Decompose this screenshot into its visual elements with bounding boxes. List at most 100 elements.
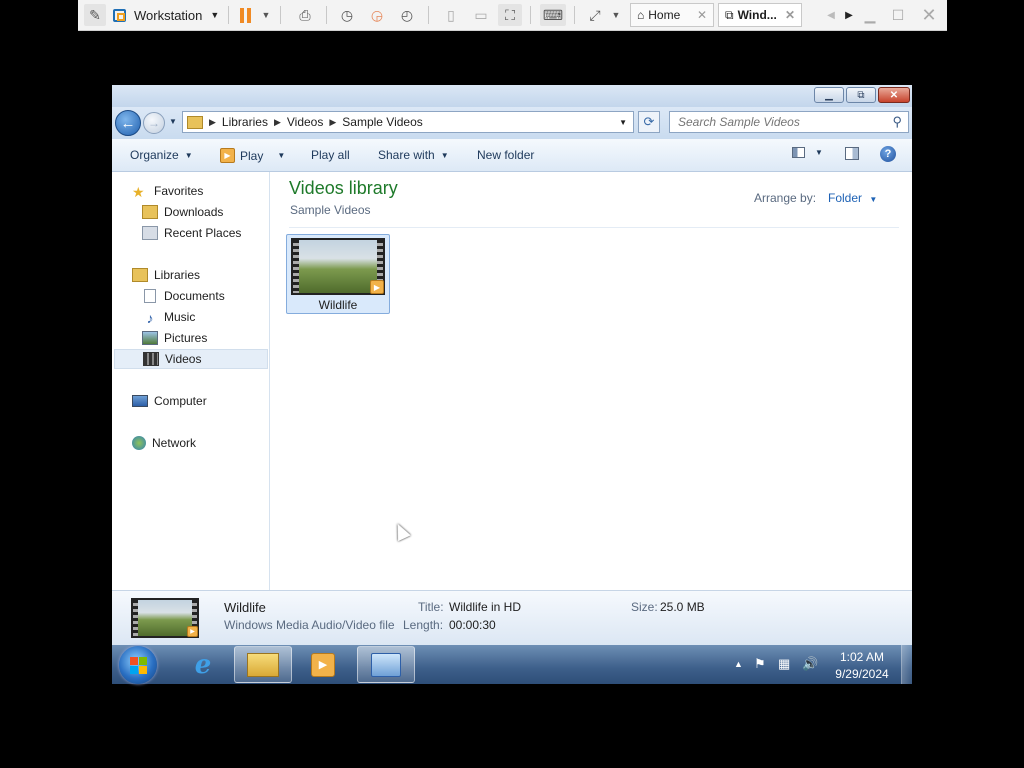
refresh-button[interactable]: ⟳ [638, 111, 660, 133]
downloads-folder-icon [142, 205, 158, 219]
snapshot-manager-icon[interactable]: ◴ [396, 4, 418, 26]
restore-icon[interactable]: ☐ [888, 4, 908, 26]
file-item[interactable]: ▶ Wildlife [286, 234, 390, 314]
details-pane: ▶ Wildlife Windows Media Audio/Video fil… [112, 590, 912, 645]
workstation-label: Workstation [134, 7, 203, 23]
close-icon[interactable]: ✕ [785, 8, 795, 22]
recent-places-icon [142, 226, 158, 240]
preview-pane-icon [845, 147, 859, 160]
close-button[interactable]: ✕ [878, 87, 910, 103]
search-box[interactable]: ⚲ [669, 111, 909, 133]
chevron-down-icon: ▼ [869, 195, 878, 204]
nav-downloads[interactable]: Downloads [142, 202, 223, 222]
library-view-icon[interactable]: ▯ [440, 4, 462, 26]
taskbar-windows-explorer[interactable] [234, 646, 292, 683]
snapshot-icon[interactable]: ◷ [336, 4, 358, 26]
stretch-icon[interactable]: ⤢ [584, 4, 606, 26]
breadcrumb-arrow-icon[interactable]: ▶ [274, 117, 281, 128]
breadcrumb-arrow-icon[interactable]: ▶ [209, 117, 216, 128]
details-size-value: 25.0 MB [660, 600, 705, 614]
workstation-menu[interactable]: Workstation ▼ [134, 4, 224, 26]
file-name: Wildlife [318, 298, 358, 312]
back-button[interactable]: ← [115, 110, 141, 136]
nav-videos[interactable]: Videos [114, 349, 268, 369]
show-hidden-icons-icon[interactable]: ▲ [734, 659, 743, 669]
tab-home-label: Home [648, 8, 681, 22]
tab-scroll-left-icon[interactable]: ◀ [824, 4, 838, 26]
details-title-value[interactable]: Wildlife in HD [449, 600, 521, 614]
breadcrumb-libraries[interactable]: Libraries [222, 115, 268, 129]
title-bar[interactable]: ▁ ⧉ ✕ [112, 85, 912, 107]
arrange-by-dropdown[interactable]: Folder ▼ [828, 191, 877, 205]
music-icon: ♪ [146, 310, 154, 326]
full-screen-icon[interactable]: ⛶ [498, 4, 522, 26]
close-icon[interactable]: ✕ [697, 8, 707, 22]
chevron-down-icon[interactable]: ▼ [815, 148, 823, 157]
breadcrumb-arrow-icon[interactable]: ▶ [329, 117, 336, 128]
search-icon[interactable]: ⚲ [892, 114, 902, 130]
tab-scroll-right-icon[interactable]: ▶ [842, 4, 856, 26]
help-icon: ? [880, 146, 896, 162]
thumbnail-bar-icon[interactable]: ▭ [470, 4, 492, 26]
play-all-button[interactable]: Play all [311, 148, 350, 162]
play-button[interactable]: ▶ Play ▼ [220, 148, 285, 163]
nav-network[interactable]: Network [132, 433, 196, 453]
refresh-icon: ⟳ [643, 114, 655, 129]
share-with-button[interactable]: Share with ▼ [378, 148, 449, 162]
nav-computer[interactable]: Computer [132, 391, 207, 411]
vm-icon: ⧉ [725, 7, 734, 22]
start-button[interactable] [119, 646, 157, 684]
address-bar[interactable]: ▶ Libraries ▶ Videos ▶ Sample Videos ▼ [182, 111, 634, 133]
address-dropdown-icon[interactable]: ▼ [619, 118, 627, 127]
show-desktop-button[interactable] [901, 645, 912, 684]
nav-computer-label: Computer [154, 394, 207, 408]
clock-time[interactable]: 1:02 AM [812, 650, 912, 664]
minimize-icon[interactable]: ▁ [860, 4, 880, 26]
forward-button[interactable]: → [143, 112, 165, 134]
nav-recent-places[interactable]: Recent Places [142, 223, 241, 243]
search-input[interactable] [676, 114, 893, 130]
taskbar-internet-explorer[interactable]: e [174, 646, 232, 683]
organize-button[interactable]: Organize ▼ [130, 148, 193, 162]
close-icon[interactable]: ✕ [918, 4, 940, 26]
chevron-down-icon: ▼ [184, 150, 193, 160]
tab-vm[interactable]: ⧉ Wind... ✕ [718, 3, 802, 27]
nav-recent-places-label: Recent Places [164, 226, 242, 240]
pin-icon[interactable]: ✎ [84, 4, 106, 26]
explorer-window: ▁ ⧉ ✕ ← → ▼ ▶ Libraries ▶ Videos ▶ Sampl… [112, 85, 912, 645]
taskbar-media-player[interactable]: ▶ [294, 646, 352, 683]
chevron-down-icon[interactable]: ▼ [610, 4, 622, 26]
console-icon[interactable]: ⌨ [540, 4, 566, 26]
preview-pane-button[interactable] [845, 147, 859, 160]
play-badge-icon: ▶ [370, 280, 384, 294]
new-folder-button[interactable]: New folder [477, 148, 534, 162]
media-player-icon: ▶ [311, 652, 335, 677]
network-tray-icon[interactable]: ▦ [778, 656, 790, 672]
taskbar-app[interactable] [357, 646, 415, 683]
tab-home[interactable]: ⌂ Home ✕ [630, 3, 714, 27]
breadcrumb-videos[interactable]: Videos [287, 115, 323, 129]
recent-pages-chevron-icon[interactable]: ▼ [169, 117, 177, 126]
chevron-down-icon[interactable]: ▼ [260, 4, 272, 26]
clock-date[interactable]: 9/29/2024 [812, 667, 912, 681]
nav-pictures-label: Pictures [164, 331, 208, 345]
nav-music[interactable]: ♪ Music [142, 307, 196, 327]
send-ctrl-alt-del-icon[interactable]: ⎙ [294, 4, 316, 26]
revert-snapshot-icon[interactable]: ◶ [366, 4, 388, 26]
chevron-down-icon[interactable]: ▼ [277, 151, 285, 160]
pause-icon[interactable] [236, 4, 254, 26]
nav-documents[interactable]: Documents [142, 286, 225, 306]
nav-libraries[interactable]: Libraries [132, 265, 200, 285]
minimize-button[interactable]: ▁ [814, 87, 844, 103]
help-button[interactable]: ? [880, 146, 896, 162]
nav-pictures[interactable]: Pictures [142, 328, 207, 348]
command-bar: Organize ▼ ▶ Play ▼ Play all Share with … [112, 139, 912, 172]
change-view-button[interactable]: ▼ [792, 147, 823, 158]
video-thumbnail: ▶ [291, 238, 385, 295]
nav-favorites[interactable]: ★ Favorites [132, 181, 203, 201]
play-all-label: Play all [311, 148, 350, 162]
breadcrumb-sample-videos[interactable]: Sample Videos [342, 115, 423, 129]
action-center-flag-icon[interactable]: ⚑ [754, 656, 766, 672]
maximize-button[interactable]: ⧉ [846, 87, 876, 103]
forward-arrow-icon: → [148, 116, 160, 130]
